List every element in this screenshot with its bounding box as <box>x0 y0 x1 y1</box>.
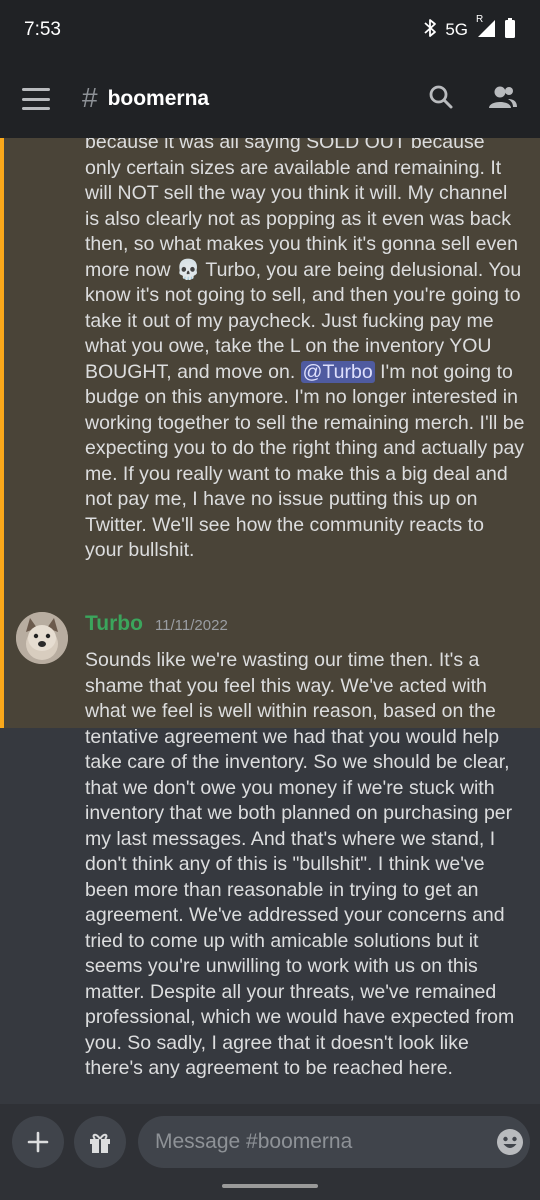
channel-header: # boomerna <box>0 60 540 138</box>
channel-name: boomerna <box>107 87 210 110</box>
smile-icon <box>497 1129 523 1155</box>
battery-icon <box>504 17 516 44</box>
message-author[interactable]: Turbo <box>85 612 143 636</box>
search-icon[interactable] <box>428 84 454 115</box>
message-input-placeholder: Message #boomerna <box>155 1130 353 1153</box>
message-header: Turbo 11/11/2022 <box>85 612 228 636</box>
bluetooth-icon <box>423 18 437 43</box>
status-icons: 5G R <box>423 14 516 44</box>
network-type: 5G <box>445 20 468 39</box>
message-text: Sounds like we're wasting our time then.… <box>85 649 515 1079</box>
message-input[interactable]: Message #boomerna <box>138 1116 530 1168</box>
message-list[interactable]: because it was all saying SOLD OUT becau… <box>0 138 540 1104</box>
locked-channel-icon: # <box>82 82 98 113</box>
signal-icon: R <box>476 14 496 43</box>
avatar[interactable] <box>16 612 68 664</box>
plus-icon <box>27 1131 49 1153</box>
message-composer: Message #boomerna <box>0 1104 540 1200</box>
home-indicator[interactable] <box>222 1184 318 1188</box>
gift-icon <box>90 1133 110 1153</box>
message-text: because it was all saying SOLD OUT becau… <box>85 138 522 383</box>
status-time: 7:53 <box>24 19 61 40</box>
roaming-indicator: R <box>476 13 484 25</box>
message-timestamp: 11/11/2022 <box>154 617 228 634</box>
menu-icon[interactable] <box>22 88 50 110</box>
gift-button[interactable] <box>74 1116 126 1168</box>
user-mention[interactable]: @Turbo <box>300 360 375 383</box>
add-attachment-button[interactable] <box>12 1116 64 1168</box>
emoji-button[interactable] <box>496 1116 528 1168</box>
status-bar: 7:53 5G R <box>0 0 540 60</box>
message-text: I'm not going to budge on this anymore. … <box>85 360 525 562</box>
message-content: because it was all saying SOLD OUT becau… <box>85 138 525 564</box>
members-icon[interactable] <box>488 84 518 115</box>
